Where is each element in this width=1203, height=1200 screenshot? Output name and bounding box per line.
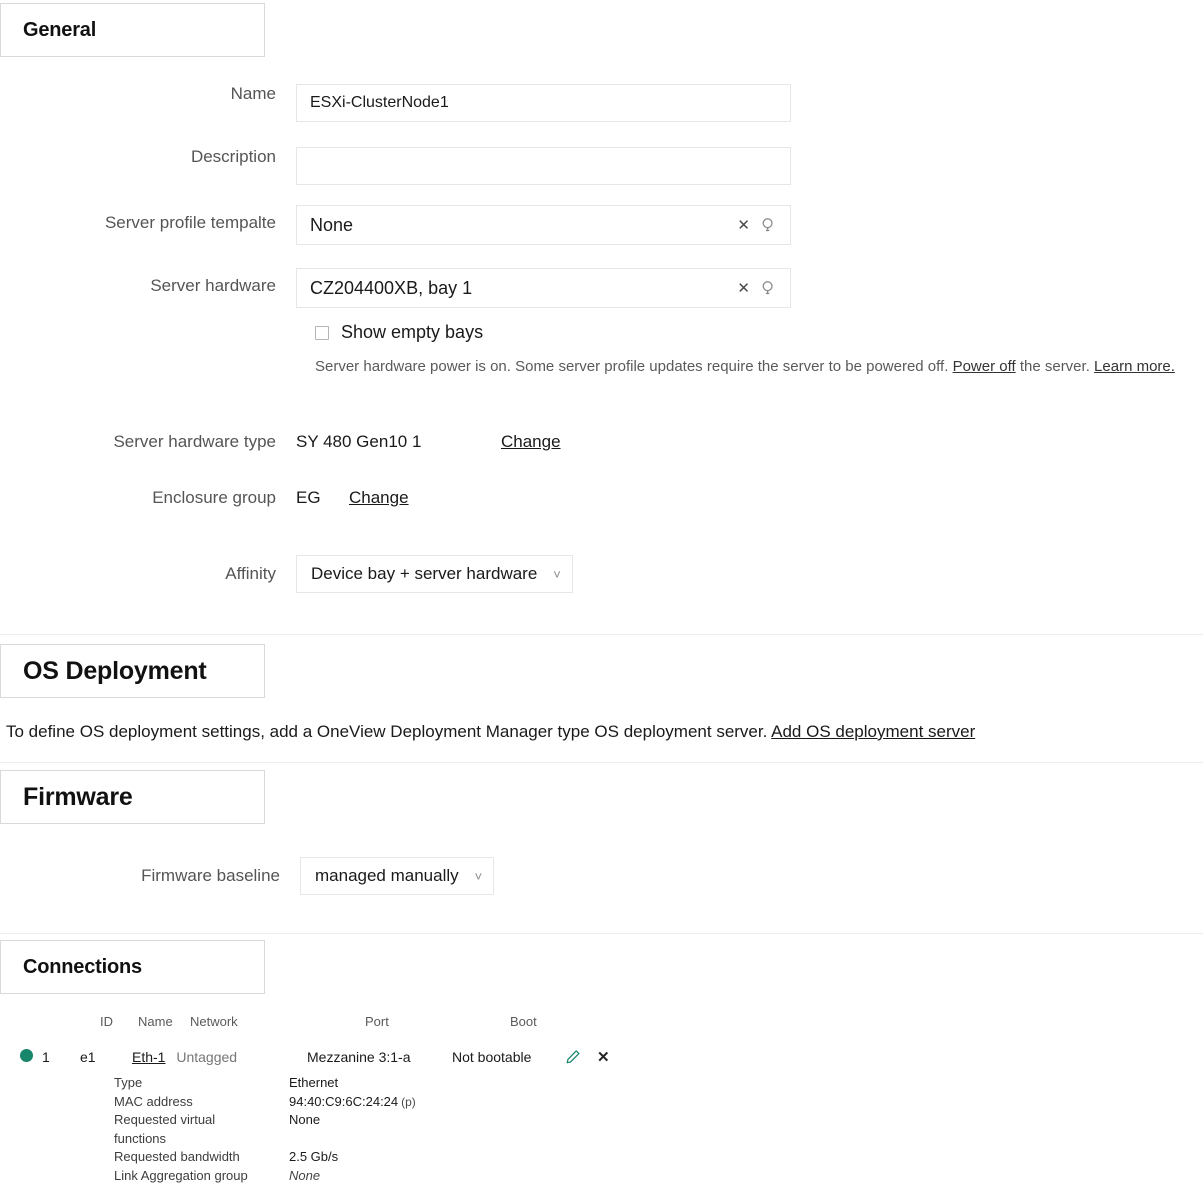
divider-os-firmware: [0, 762, 1203, 763]
column-header-boot: Boot: [510, 1014, 537, 1029]
affinity-select-value: Device bay + server hardware: [311, 564, 538, 583]
search-icon[interactable]: [761, 217, 777, 233]
column-header-name: Name: [138, 1014, 173, 1029]
connection-status-cell: [0, 1049, 42, 1065]
form-row-firmware-baseline: Firmware baseline managed manually ˅: [0, 857, 495, 895]
name-input-value: ESXi-ClusterNode1: [310, 94, 449, 111]
section-connections-header: Connections: [0, 940, 265, 994]
label-description: Description: [190, 147, 276, 166]
label-server-profile-template: Server profile tempalte: [104, 213, 276, 232]
detail-value: 94:40:C9:6C:24:24: [289, 1093, 399, 1109]
firmware-header-box: Firmware: [0, 770, 265, 824]
form-row-server-hardware-type: Server hardware type SY 480 Gen10 1 Chan…: [0, 432, 561, 452]
section-title-connections: Connections: [23, 955, 142, 978]
detail-key: Link Aggregation group: [114, 1167, 248, 1183]
connection-row-actions: ✕: [565, 1048, 610, 1066]
form-row-description: Description: [0, 147, 791, 185]
os-deployment-body-text: To define OS deployment settings, add a …: [6, 722, 768, 741]
section-title-firmware: Firmware: [23, 782, 133, 811]
connection-id: 1: [42, 1049, 50, 1065]
firmware-baseline-value: managed manually: [315, 866, 459, 885]
search-icon[interactable]: [761, 280, 777, 296]
detail-value-suffix: (p): [401, 1094, 416, 1109]
form-row-name: Name ESXi-ClusterNode1: [0, 84, 791, 122]
connections-table-header: ID Name Network Port Boot: [58, 1014, 615, 1029]
detail-value: 2.5 Gb/s: [289, 1149, 339, 1164]
section-title-general: General: [23, 18, 97, 41]
learn-more-link[interactable]: Learn more.: [1094, 358, 1175, 375]
divider-firmware-connections: [0, 933, 1203, 934]
show-empty-bays-label: Show empty bays: [341, 322, 484, 342]
power-note-text-2: the server.: [1019, 358, 1090, 375]
label-server-hardware: Server hardware: [150, 276, 276, 295]
column-header-port: Port: [365, 1014, 389, 1029]
detail-key: Type: [114, 1075, 143, 1090]
connection-network-cell: Eth-1 Untagged: [132, 1049, 307, 1065]
affinity-select[interactable]: Device bay + server hardware ˅: [296, 555, 573, 593]
show-empty-bays-checkbox[interactable]: [315, 325, 329, 340]
status-ok-icon: [20, 1049, 33, 1062]
add-os-deployment-server-link[interactable]: Add OS deployment server: [771, 722, 975, 741]
description-input[interactable]: [296, 147, 791, 185]
server-hardware-value: CZ204400XB, bay 1: [310, 277, 473, 298]
label-firmware-baseline: Firmware baseline: [141, 866, 280, 885]
form-row-affinity: Affinity Device bay + server hardware ˅: [0, 555, 573, 593]
change-enclosure-group-link[interactable]: Change: [349, 488, 409, 508]
os-deployment-header-box: OS Deployment: [0, 644, 265, 698]
os-deployment-description: To define OS deployment settings, add a …: [6, 721, 1201, 743]
network-link[interactable]: Eth-1: [132, 1049, 165, 1065]
column-header-network: Network: [190, 1014, 238, 1029]
enclosure-group-value: EG: [296, 488, 321, 507]
connection-port: Mezzanine 3:1-a: [307, 1049, 411, 1065]
form-row-server-hardware: Server hardware CZ204400XB, bay 1 ✕: [0, 268, 791, 308]
firmware-baseline-select[interactable]: managed manually ˅: [300, 857, 495, 895]
power-note-text-1: Server hardware power is on. Some server…: [315, 358, 949, 375]
detail-key: MAC address: [114, 1093, 193, 1109]
show-empty-bays-checkbox-row[interactable]: Show empty bays: [315, 322, 483, 343]
label-enclosure-group: Enclosure group: [152, 488, 276, 507]
form-row-server-profile-template: Server profile tempalte None ✕: [0, 205, 791, 245]
change-server-hardware-type-link[interactable]: Change: [501, 432, 561, 452]
label-affinity: Affinity: [225, 564, 276, 583]
column-header-id: ID: [100, 1014, 113, 1029]
connection-details: Type Ethernet MAC address 94:40:C9:6C:24…: [114, 1074, 416, 1185]
server-hardware-input[interactable]: CZ204400XB, bay 1 ✕: [296, 268, 791, 308]
name-input[interactable]: ESXi-ClusterNode1: [296, 84, 791, 122]
connection-name: e1: [80, 1049, 96, 1065]
section-firmware-header: Firmware: [0, 770, 265, 824]
section-title-os-deployment: OS Deployment: [23, 656, 207, 685]
pencil-icon[interactable]: [565, 1049, 581, 1065]
chevron-down-icon: ˅: [474, 868, 483, 884]
server-profile-template-value: None: [310, 214, 354, 235]
power-state-note: Server hardware power is on. Some server…: [315, 354, 1195, 379]
detail-value: Ethernet: [289, 1075, 339, 1090]
section-os-deployment-header: OS Deployment: [0, 644, 265, 698]
divider-general-os: [0, 634, 1203, 635]
detail-value: None: [289, 1167, 321, 1183]
connections-header-box: Connections: [0, 940, 265, 994]
server-profile-template-input[interactable]: None ✕: [296, 205, 791, 245]
table-row[interactable]: 1 e1 Eth-1 Untagged Mezzanine 3:1-a Not …: [0, 1048, 610, 1066]
power-off-link[interactable]: Power off: [953, 358, 1016, 375]
detail-value: None: [289, 1112, 321, 1127]
detail-key: Requested virtual functions: [114, 1112, 216, 1146]
close-icon[interactable]: ✕: [597, 1048, 610, 1066]
general-header-box: General: [0, 3, 265, 57]
detail-row-type: Type Ethernet: [114, 1074, 416, 1093]
detail-row-requested-bandwidth: Requested bandwidth 2.5 Gb/s: [114, 1148, 416, 1167]
close-icon[interactable]: ✕: [737, 281, 750, 296]
network-tag: Untagged: [176, 1049, 238, 1065]
section-general-header: General: [0, 3, 265, 57]
server-hardware-type-value: SY 480 Gen10 1: [296, 432, 422, 451]
form-row-enclosure-group: Enclosure group EG Change: [0, 488, 409, 508]
detail-row-mac-address: MAC address 94:40:C9:6C:24:24 (p): [114, 1093, 416, 1112]
chevron-down-icon: ˅: [553, 566, 561, 582]
label-server-hardware-type: Server hardware type: [113, 432, 276, 451]
connection-boot: Not bootable: [452, 1049, 532, 1065]
detail-row-link-aggregation-group: Link Aggregation group None: [114, 1167, 416, 1186]
close-icon[interactable]: ✕: [737, 218, 750, 233]
detail-key: Requested bandwidth: [114, 1149, 240, 1164]
detail-row-requested-virtual-functions: Requested virtual functions None: [114, 1111, 416, 1148]
label-name: Name: [230, 84, 276, 103]
